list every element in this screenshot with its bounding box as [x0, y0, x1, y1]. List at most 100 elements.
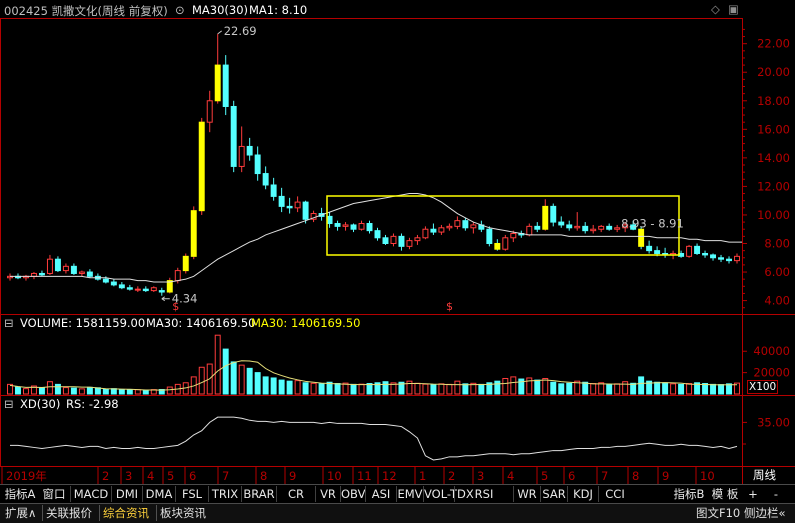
tab-related-quotes[interactable]: 关联报价 [42, 505, 95, 521]
volume-bar[interactable] [78, 388, 85, 395]
candle[interactable] [462, 217, 469, 231]
volume-bar[interactable] [310, 382, 317, 395]
indicator-button-sar[interactable]: SAR [540, 486, 567, 502]
volume-bar[interactable] [454, 380, 461, 395]
candle[interactable] [718, 254, 725, 263]
volume-bar[interactable] [166, 386, 173, 395]
candle[interactable] [46, 254, 53, 275]
candle[interactable] [110, 279, 117, 287]
template-button[interactable]: 模 板 [709, 486, 741, 502]
volume-bar[interactable] [366, 383, 373, 395]
indicator-button-obv[interactable]: OBV [340, 486, 365, 502]
volume-bar[interactable] [614, 383, 621, 395]
candle[interactable] [502, 234, 509, 251]
candle[interactable] [614, 224, 621, 233]
candle[interactable] [606, 223, 613, 231]
candle[interactable] [254, 146, 261, 181]
candle[interactable] [702, 250, 709, 258]
candle[interactable] [398, 233, 405, 251]
candle[interactable] [494, 239, 501, 251]
candle[interactable] [142, 286, 149, 293]
expand-button[interactable]: 扩展∧ [2, 505, 39, 521]
candle[interactable] [278, 187, 285, 213]
volume-bar[interactable] [638, 376, 645, 395]
window-toggle-icon[interactable]: ▣ [728, 2, 739, 16]
volume-bar[interactable] [334, 383, 341, 395]
candle[interactable] [406, 237, 413, 250]
volume-bars[interactable] [7, 334, 740, 395]
candle[interactable] [270, 177, 277, 201]
volume-bar[interactable] [94, 387, 101, 395]
candle[interactable] [294, 196, 301, 213]
candle[interactable] [334, 220, 341, 231]
volume-bar[interactable] [270, 377, 277, 395]
volume-bar[interactable] [686, 383, 693, 395]
volume-bar[interactable] [134, 389, 141, 395]
candle[interactable] [198, 117, 205, 215]
candle[interactable] [94, 273, 101, 281]
volume-bar[interactable] [630, 382, 637, 395]
indicator-button-vol-tdx[interactable]: VOL-TDX [423, 486, 474, 502]
volume-bar[interactable] [102, 388, 109, 395]
candle[interactable] [126, 284, 133, 291]
candle[interactable] [582, 222, 589, 234]
candle[interactable] [7, 273, 13, 281]
volume-bar[interactable] [670, 383, 677, 395]
candle[interactable] [158, 287, 165, 296]
volume-bar[interactable] [294, 380, 301, 395]
volume-bar[interactable] [430, 384, 437, 395]
candle[interactable] [550, 203, 557, 227]
candle[interactable] [62, 263, 69, 274]
volume-bar[interactable] [606, 383, 613, 395]
volume-bar[interactable] [70, 387, 77, 395]
indicator-button-wr[interactable]: WR [513, 486, 540, 502]
candle[interactable] [534, 222, 541, 233]
candle[interactable] [710, 253, 717, 261]
candle[interactable] [486, 226, 493, 247]
volume-bar[interactable] [590, 383, 597, 395]
candle[interactable] [454, 216, 461, 230]
candle[interactable] [134, 286, 141, 293]
volume-bar[interactable] [382, 381, 389, 395]
candle[interactable] [422, 226, 429, 240]
volume-bar[interactable] [62, 387, 69, 395]
volume-bar[interactable] [654, 381, 661, 395]
indicator-button-cci[interactable]: CCI [598, 486, 631, 502]
candle[interactable] [662, 247, 669, 258]
candle[interactable] [238, 126, 245, 173]
volume-bar[interactable] [278, 379, 285, 395]
candle[interactable] [574, 212, 581, 231]
volume-bar[interactable] [38, 387, 45, 395]
indicator-button-vr[interactable]: VR [315, 486, 340, 502]
indicator-button-cr[interactable]: CR [276, 486, 315, 502]
volume-bar[interactable] [566, 382, 573, 395]
candle[interactable] [350, 223, 357, 233]
volume-bar[interactable] [502, 378, 509, 395]
ma-indicator-label[interactable]: MA30(30) [192, 3, 248, 17]
volume-bar[interactable] [414, 382, 421, 395]
diamond-icon[interactable]: ◇ [711, 2, 720, 16]
indicator-button-dmi[interactable]: DMI [111, 486, 142, 502]
candle[interactable] [206, 90, 213, 133]
candle[interactable] [118, 282, 125, 290]
zoom-in-button[interactable]: + [744, 486, 762, 502]
volume-bar[interactable] [622, 381, 629, 395]
volume-bar[interactable] [198, 366, 205, 395]
volume-bar[interactable] [15, 386, 21, 395]
indicator-button-emv[interactable]: EMV [396, 486, 423, 502]
volume-bar[interactable] [246, 367, 253, 395]
collapse-icon[interactable]: ⊟ [4, 316, 14, 330]
candle[interactable] [22, 274, 29, 281]
settings-icon[interactable]: ⊙ [175, 3, 185, 17]
volume-bar[interactable] [446, 383, 453, 395]
volume-bar[interactable] [22, 388, 29, 395]
candle[interactable] [566, 220, 573, 231]
volume-bar[interactable] [582, 381, 589, 395]
f10-button[interactable]: 图文F10 [693, 505, 743, 521]
candle[interactable] [310, 210, 317, 223]
indicator-b-button[interactable]: 指标B [671, 486, 707, 502]
indicator-button-kdj[interactable]: KDJ [567, 486, 598, 502]
volume-bar[interactable] [358, 383, 365, 395]
volume-bar[interactable] [702, 383, 709, 395]
candle[interactable] [446, 223, 453, 231]
